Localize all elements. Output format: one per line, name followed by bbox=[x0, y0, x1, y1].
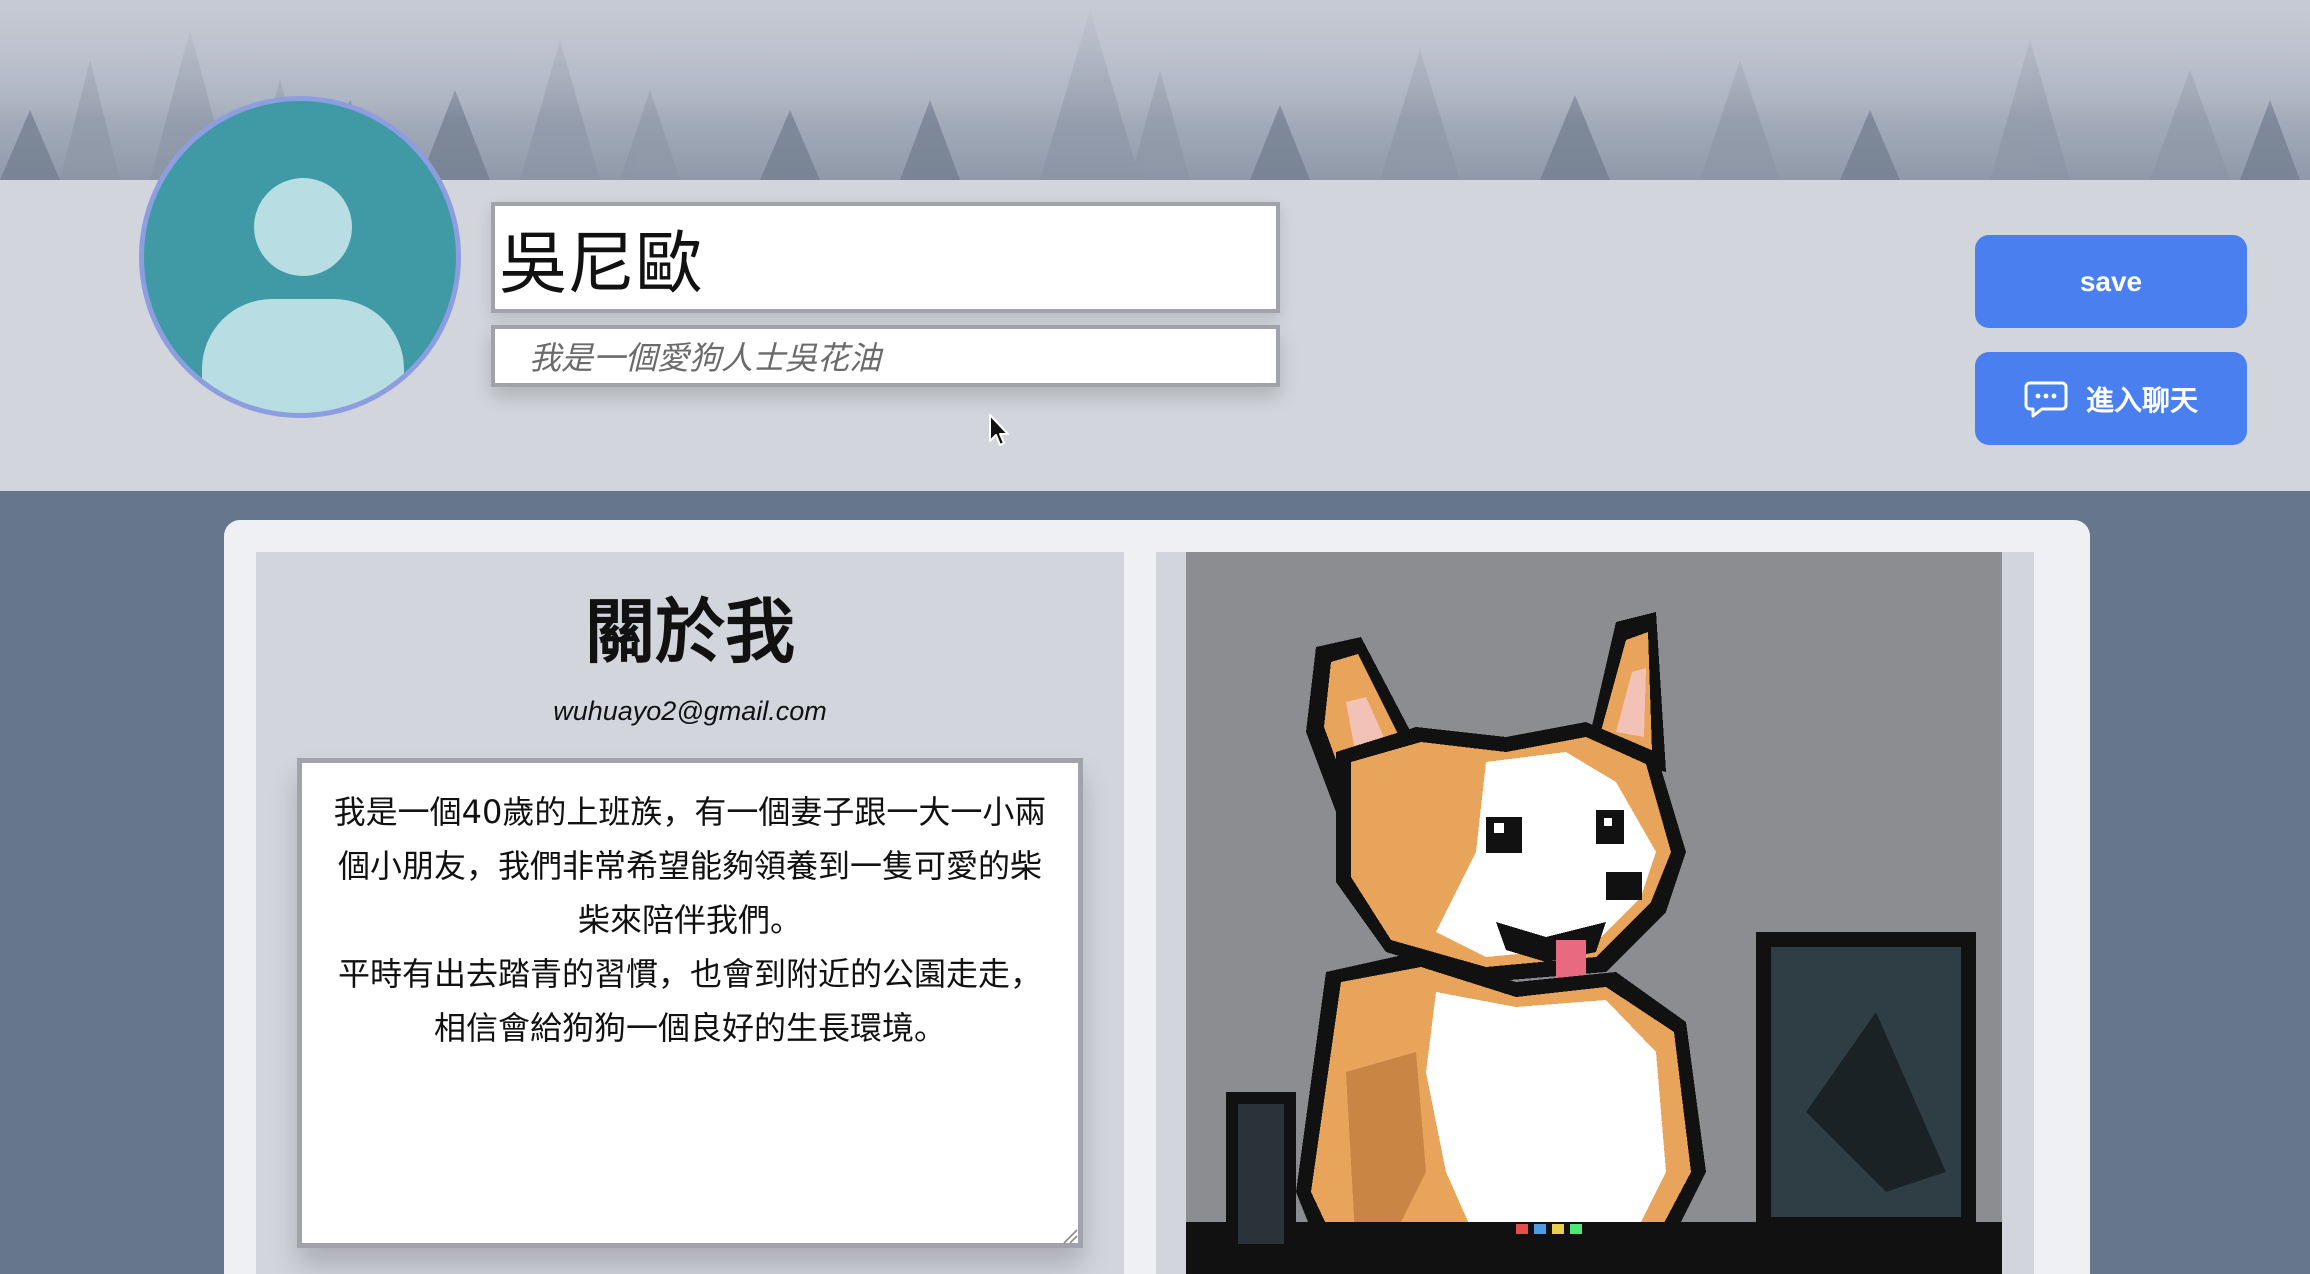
user-silhouette-body bbox=[202, 299, 404, 413]
bio-field[interactable] bbox=[491, 325, 1280, 387]
save-button-label: save bbox=[2079, 265, 2143, 297]
mouse-pointer-icon bbox=[989, 414, 1009, 446]
chat-bubble-icon bbox=[2024, 381, 2068, 417]
about-me-title: 關於我 bbox=[585, 591, 795, 673]
enter-chat-button[interactable]: 進入聊天 bbox=[1975, 352, 2247, 445]
save-button[interactable]: save bbox=[1975, 235, 2247, 328]
pixel-corgi-illustration bbox=[1186, 612, 2002, 1274]
resize-handle-icon[interactable] bbox=[1062, 1228, 1078, 1244]
user-silhouette-icon bbox=[254, 178, 352, 276]
pet-image bbox=[1186, 552, 2002, 1274]
name-field[interactable] bbox=[491, 202, 1280, 313]
avatar[interactable] bbox=[139, 96, 461, 418]
contact-email: wuhuayo2@gmail.com bbox=[553, 696, 827, 726]
about-me-description[interactable]: 我是一個40歲的上班族，有一個妻子跟一大一小兩個小朋友，我們非常希望能夠領養到一… bbox=[297, 758, 1083, 1248]
enter-chat-button-label: 進入聊天 bbox=[2085, 384, 2198, 416]
